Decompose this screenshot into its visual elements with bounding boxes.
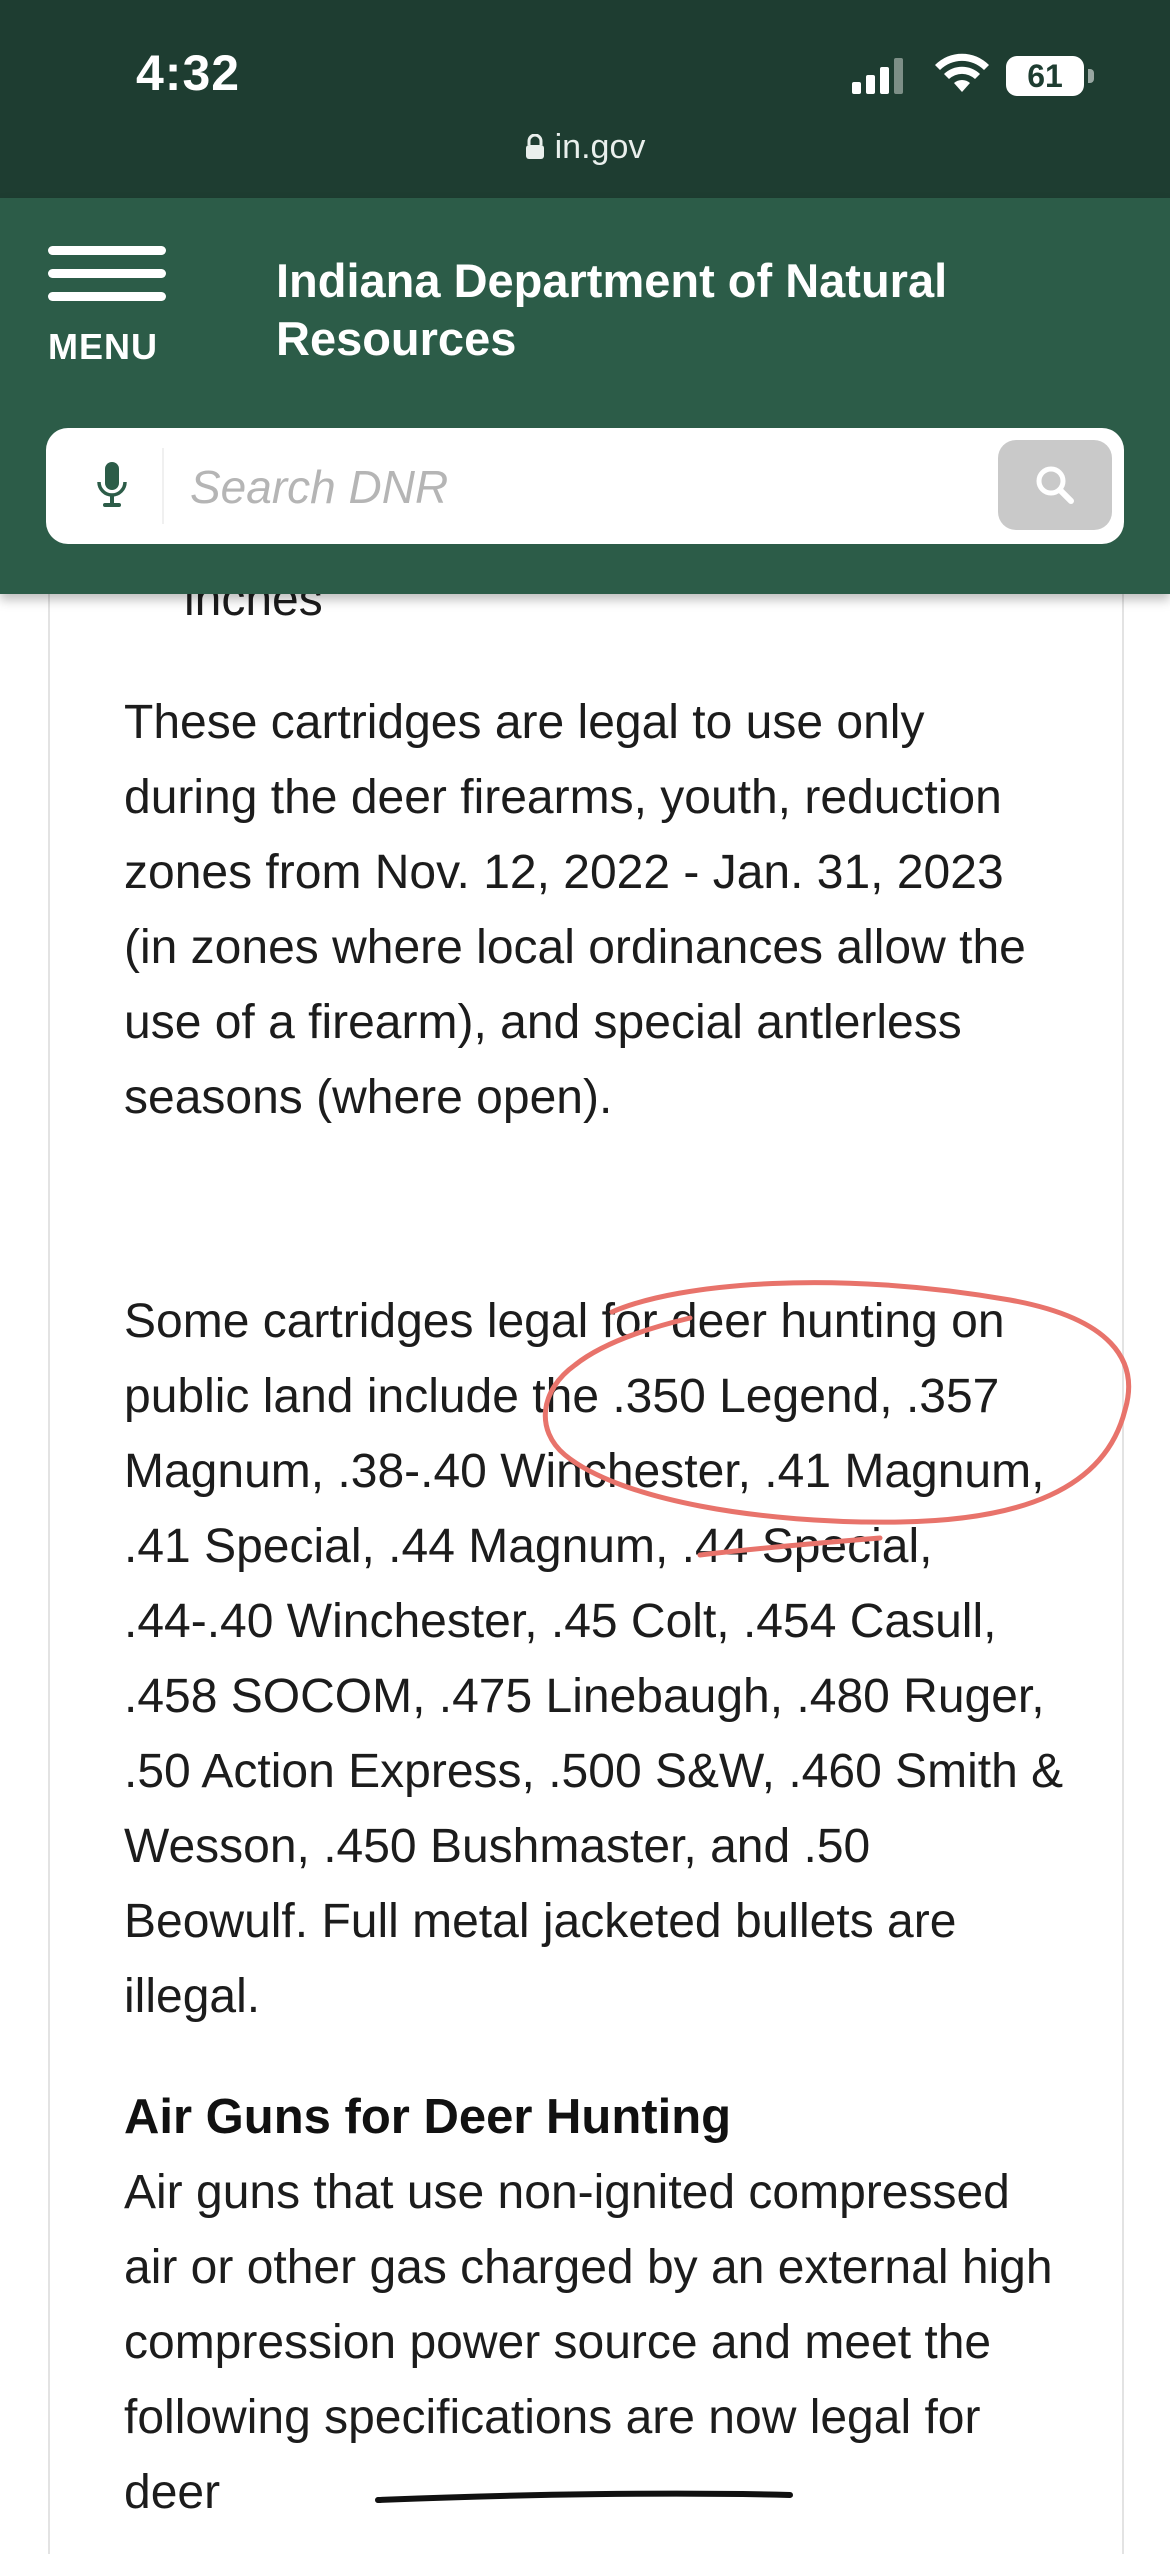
- search-icon: [1036, 466, 1074, 504]
- hamburger-icon-bar: [48, 292, 166, 301]
- search-input[interactable]: [188, 450, 1032, 524]
- hamburger-icon: [48, 246, 166, 255]
- divider: [162, 448, 164, 524]
- cellular-signal-icon: [852, 58, 903, 94]
- status-bar: 4:32 61 in.gov: [0, 0, 1170, 198]
- paragraph-legal-seasons: These cartridges are legal to use only d…: [124, 696, 1026, 1124]
- menu-label: MENU: [48, 326, 158, 367]
- address-bar[interactable]: in.gov: [0, 128, 1170, 167]
- paragraph-air-guns: Air guns that use non-ignited compressed…: [124, 2166, 1053, 2519]
- heading-air-guns: Air Guns for Deer Hunting: [124, 2090, 732, 2144]
- menu-button[interactable]: MENU: [46, 246, 170, 367]
- url-text: in.gov: [554, 128, 646, 166]
- search-button[interactable]: [998, 440, 1112, 530]
- clock: 4:32: [136, 45, 241, 101]
- hamburger-icon-bar: [48, 269, 166, 278]
- microphone-icon[interactable]: [96, 462, 128, 510]
- paragraph-cartridges-list: Some cartridges legal for deer hunting o…: [124, 1295, 1064, 2023]
- lock-icon: [525, 134, 544, 159]
- site-title[interactable]: Indiana Department of Natural Resources: [276, 252, 1096, 368]
- battery-indicator: 61: [1006, 56, 1094, 96]
- site-header: MENU Indiana Department of Natural Resou…: [0, 198, 1170, 594]
- wifi-icon: [935, 53, 989, 92]
- search-bar: [46, 428, 1124, 544]
